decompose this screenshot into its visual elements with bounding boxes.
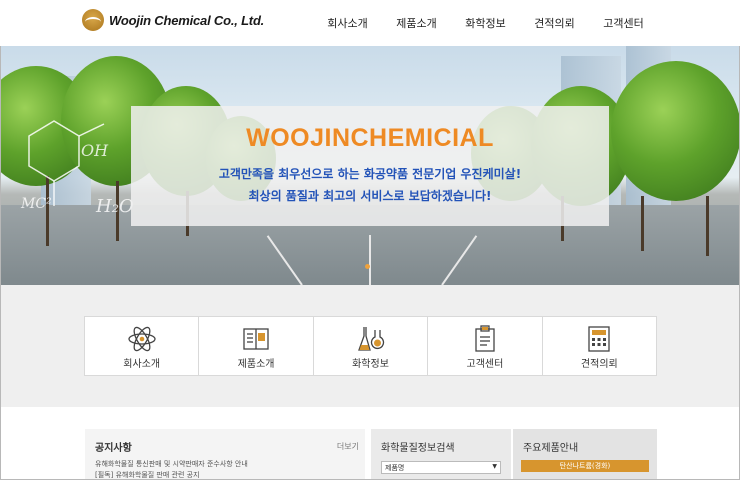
chem-doodle: OH (81, 141, 109, 160)
nav-item-products[interactable]: 제품소개 (382, 15, 451, 31)
road-line (369, 235, 371, 285)
clipboard-icon (475, 325, 495, 352)
quick-item-quote[interactable]: 견적의뢰 (543, 317, 656, 375)
flask-icon (357, 327, 384, 351)
product-title: 주요제품안내 (523, 443, 579, 454)
book-icon (243, 328, 269, 350)
product-panel: 주요제품안내 탄산나트륨(경화) (513, 429, 657, 479)
quick-menu-section: 회사소개 제품소개 화학정보 고객센터 견적의뢰 (1, 285, 739, 407)
notice-item[interactable]: 유해화학물질 통신판매 및 시약판매자 준수사항 안내 (95, 459, 248, 469)
hero-subtitle-2: 최상의 품질과 최고의 서비스로 보답하겠습니다! (248, 189, 492, 203)
site-header: Woojin Chemical Co., Ltd. 회사소개 제품소개 화학정보… (0, 0, 740, 46)
calculator-icon (588, 326, 610, 352)
quick-label: 고객센터 (466, 359, 504, 370)
quick-label: 회사소개 (123, 359, 161, 370)
search-title: 화학물질정보검색 (381, 443, 455, 454)
chemical-search-panel: 화학물질정보검색 제품명 ▼ (371, 429, 511, 479)
trunk-graphic (641, 196, 644, 251)
search-select-value: 제품명 (385, 464, 405, 472)
nav-item-chemical-info[interactable]: 화학정보 (451, 15, 520, 31)
molecule-doodle-icon (28, 120, 105, 206)
quick-item-chemical-info[interactable]: 화학정보 (314, 317, 429, 375)
hero-banner: OH H₂O MC² WOOJINCHEMICIAL 고객만족을 최우선으로 하… (1, 46, 739, 285)
caret-down-icon: ▼ (492, 463, 497, 470)
quick-label: 제품소개 (237, 359, 275, 370)
product-tag-button[interactable]: 탄산나트륨(경화) (521, 460, 649, 472)
notice-panel: 공지사항 더보기 유해화학물질 통신판매 및 시약판매자 준수사항 안내 [필독… (85, 429, 365, 479)
chem-doodle: MC² (21, 196, 52, 212)
quick-menu: 회사소개 제품소개 화학정보 고객센터 견적의뢰 (84, 316, 657, 376)
quick-label: 견적의뢰 (580, 359, 618, 370)
hero-title: WOOJINCHEMICIAL (246, 124, 494, 152)
notice-item[interactable]: [필독] 유해화학물질 판매 관련 공지 (95, 470, 200, 480)
search-type-select[interactable]: 제품명 ▼ (381, 461, 501, 474)
logo-text: Woojin Chemical Co., Ltd. (109, 12, 265, 28)
quick-item-support[interactable]: 고객센터 (428, 317, 543, 375)
quick-item-products[interactable]: 제품소개 (199, 317, 314, 375)
main-nav: 회사소개 제품소개 화학정보 견적의뢰 고객센터 (313, 15, 658, 31)
quick-item-company[interactable]: 회사소개 (85, 317, 200, 375)
slider-dot[interactable] (365, 264, 370, 269)
nav-item-company[interactable]: 회사소개 (313, 15, 382, 31)
notice-title: 공지사항 (95, 443, 132, 454)
logo-mark-icon (82, 9, 104, 31)
nav-item-support[interactable]: 고객센터 (589, 15, 658, 31)
bottom-section: 공지사항 더보기 유해화학물질 통신판매 및 시약판매자 준수사항 안내 [필독… (1, 407, 739, 479)
notice-more-link[interactable]: 더보기 (337, 441, 359, 452)
hero-subtitle-1: 고객만족을 최우선으로 하는 화공약품 전문기업 우진케미살! (218, 167, 522, 181)
tree-graphic (611, 61, 739, 201)
trunk-graphic (706, 196, 709, 256)
chem-doodle: H₂O (96, 196, 134, 217)
atom-icon (128, 326, 156, 352)
quick-label: 화학정보 (352, 359, 389, 370)
nav-item-quote[interactable]: 견적의뢰 (520, 15, 589, 31)
logo[interactable]: Woojin Chemical Co., Ltd. (82, 9, 264, 31)
hero-message-box: WOOJINCHEMICIAL 고객만족을 최우선으로 하는 화공약품 전문기업… (131, 106, 609, 226)
